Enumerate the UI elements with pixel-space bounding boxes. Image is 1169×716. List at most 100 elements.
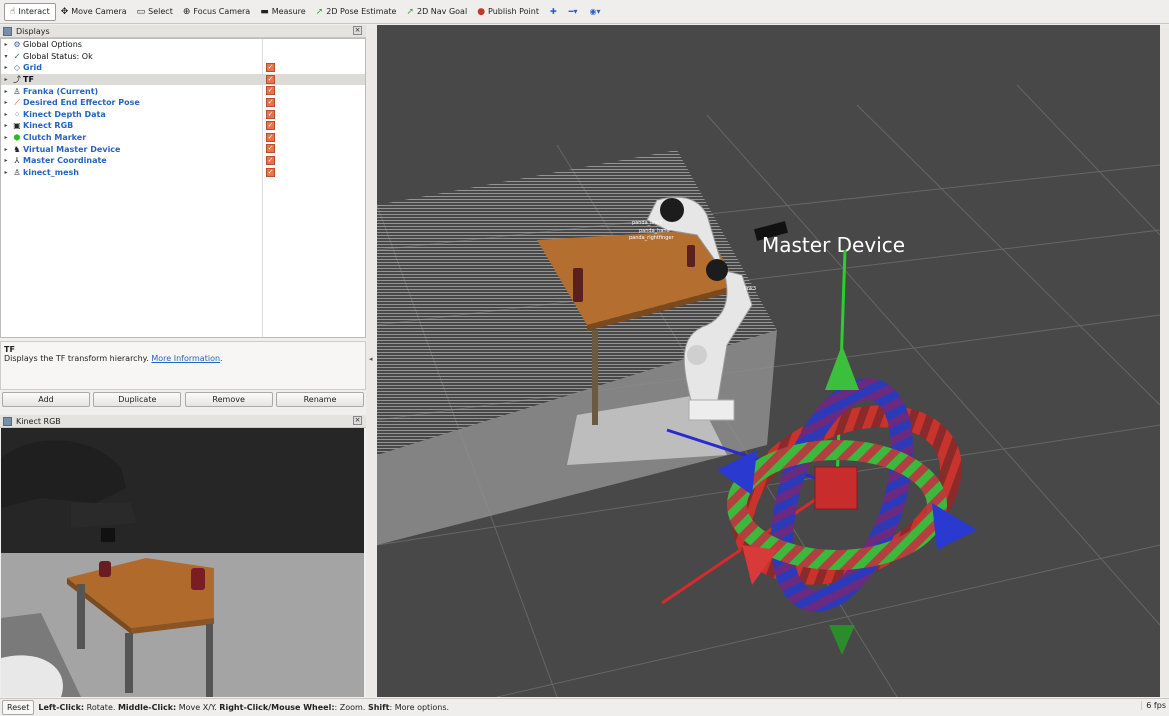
publish-point-icon: ● (477, 6, 486, 17)
display-item-label: TF (23, 75, 34, 85)
expand-arrow-icon[interactable]: ▸ (1, 64, 11, 71)
display-item-label: Global Status: Ok (23, 51, 93, 61)
kinect-rgb-panel: Kinect RGB × (0, 415, 366, 697)
enabled-checkbox[interactable]: ✓ (266, 74, 275, 84)
tool-focus-camera[interactable]: ⊕ Focus Camera (178, 3, 255, 21)
left-dock: Displays × ▸ ⚙ Global Options ▾ ✓ Global Stat… (0, 25, 366, 697)
expand-arrow-icon[interactable]: ▸ (1, 76, 11, 83)
kinect-camera-image (1, 428, 364, 697)
remove-tool-icon[interactable]: ━▾ (563, 3, 584, 21)
tool-select[interactable]: ▭ Select (132, 3, 178, 21)
expand-arrow-icon[interactable]: ▸ (1, 146, 11, 153)
measure-icon: ▬ (260, 6, 269, 17)
display-item[interactable]: ▸ ▣ Kinect RGB ✓ (1, 120, 365, 132)
enabled-checkbox[interactable]: ✓ (266, 132, 275, 142)
interactive-marker-icon: ♞ (13, 144, 21, 154)
display-item[interactable]: ▸ ⤴ TF ✓ (1, 73, 365, 86)
display-item-label: Global Options (23, 40, 82, 50)
status-action: : More options. (389, 703, 450, 712)
tf-icon: ⤴ (13, 75, 21, 85)
tool-publish-point[interactable]: ● Publish Point (472, 3, 544, 21)
add-button[interactable]: Add (2, 392, 90, 407)
tool-label: 2D Nav Goal (417, 7, 468, 16)
tool-label: Interact (18, 7, 50, 16)
close-icon[interactable]: × (353, 416, 362, 425)
display-item[interactable]: ▾ ✓ Global Status: Ok (1, 51, 365, 63)
enabled-checkbox[interactable]: ✓ (266, 155, 275, 165)
enabled-checkbox[interactable]: ✓ (266, 86, 275, 96)
display-item-label: Virtual Master Device (23, 144, 121, 154)
display-item-label: Kinect RGB (23, 121, 74, 131)
display-item[interactable]: ▸ ♙ kinect_mesh ✓ (1, 167, 365, 179)
status-action: : Zoom. (334, 703, 368, 712)
display-item[interactable]: ▸ ♙ Franka (Current) ✓ (1, 85, 365, 97)
displays-panel-title: Displays (16, 26, 50, 36)
fps-counter: 6 fps (1141, 701, 1166, 710)
status-key: Right-Click/Mouse Wheel: (219, 703, 335, 712)
3d-viewport[interactable]: panda_link7 panda_hand panda_rightfinger… (377, 25, 1160, 697)
status-bar: Reset Left-Click: Rotate. Middle-Click: … (0, 698, 1169, 716)
master-device-label: Master Device (762, 233, 905, 257)
display-item-label: Clutch Marker (23, 133, 87, 143)
enabled-checkbox[interactable]: ✓ (266, 121, 275, 131)
remove-button[interactable]: Remove (184, 392, 273, 407)
rename-button[interactable]: Rename (275, 392, 364, 407)
view-options-icon[interactable]: ◉▾ (584, 3, 607, 21)
expand-arrow-icon[interactable]: ▸ (1, 111, 11, 118)
description-text: Displays the TF transform hierarchy. (4, 354, 149, 363)
more-information-link[interactable]: More Information (151, 354, 220, 363)
display-item[interactable]: ▸ ⚙ Global Options (1, 39, 365, 51)
tool-move-camera[interactable]: ✥ Move Camera (56, 3, 132, 21)
duplicate-button[interactable]: Duplicate (93, 392, 182, 407)
display-item-label: Kinect Depth Data (23, 109, 106, 119)
tool-2d-nav-goal[interactable]: ➚ 2D Nav Goal (401, 3, 472, 21)
hand-icon: ☝ (10, 6, 16, 17)
display-item[interactable]: ▸ ⅄ Master Coordinate ✓ (1, 155, 365, 167)
tool-measure[interactable]: ▬ Measure (255, 3, 311, 21)
expand-arrow-icon[interactable]: ▸ (1, 157, 11, 164)
expand-arrow-icon[interactable]: ▾ (1, 53, 11, 60)
tool-2d-pose-estimate[interactable]: ➚ 2D Pose Estimate (311, 3, 402, 21)
grid-icon: ◇ (13, 63, 21, 73)
kinect-panel-header: Kinect RGB × (0, 415, 366, 428)
description-title: TF (4, 345, 15, 354)
reset-button[interactable]: Reset (2, 700, 35, 715)
add-tool-icon[interactable]: ✚ (544, 3, 563, 21)
expand-arrow-icon[interactable]: ▸ (1, 134, 11, 141)
displays-panel-header: Displays × (0, 25, 366, 38)
display-item-label: Franka (Current) (23, 86, 99, 96)
expand-arrow-icon[interactable]: ▸ (1, 88, 11, 95)
close-icon[interactable]: × (353, 26, 362, 35)
main-toolbar: ☝ Interact ✥ Move Camera ▭ Select ⊕ Focus Camer… (0, 0, 1169, 24)
tool-label: 2D Pose Estimate (326, 7, 397, 16)
tool-label: Select (148, 7, 173, 16)
left-splitter[interactable]: ◂ (366, 25, 377, 697)
enabled-checkbox[interactable]: ✓ (266, 109, 275, 119)
enabled-checkbox[interactable]: ✓ (266, 63, 275, 73)
display-item[interactable]: ▸ ♞ Virtual Master Device ✓ (1, 143, 365, 155)
frame-label: panda_rightfinger (629, 235, 674, 241)
expand-arrow-icon[interactable]: ▸ (1, 122, 11, 129)
axes-icon: ⅄ (14, 156, 20, 166)
right-splitter[interactable] (1160, 25, 1169, 697)
status-key: Left-Click: (38, 703, 85, 712)
enabled-checkbox[interactable]: ✓ (266, 144, 275, 154)
status-action: Rotate. (84, 703, 118, 712)
tool-interact[interactable]: ☝ Interact (4, 2, 56, 21)
display-item[interactable]: ▸ ⬢ Clutch Marker ✓ (1, 132, 365, 144)
enabled-checkbox[interactable]: ✓ (266, 167, 275, 177)
enabled-checkbox[interactable]: ✓ (266, 97, 275, 107)
expand-arrow-icon[interactable]: ▸ (1, 169, 11, 176)
display-item-label: Desired End Effector Pose (23, 98, 140, 108)
display-item[interactable]: ▸ ◇ Grid ✓ (1, 62, 365, 74)
tool-label: Move Camera (71, 7, 127, 16)
expand-arrow-icon[interactable]: ▸ (1, 99, 11, 106)
nav-goal-icon: ➚ (406, 6, 414, 17)
display-item[interactable]: ▸ ⟋ Desired End Effector Pose ✓ (1, 97, 365, 109)
display-item[interactable]: ▸ ⁘ Kinect Depth Data ✓ (1, 109, 365, 121)
display-item-label: kinect_mesh (23, 167, 79, 177)
robot-model-icon: ♙ (13, 167, 21, 177)
collapse-left-icon[interactable]: ◂ (369, 355, 373, 363)
displays-tree[interactable]: ▸ ⚙ Global Options ▾ ✓ Global Status: Ok ▸ ◇ Gri… (0, 38, 366, 338)
expand-arrow-icon[interactable]: ▸ (1, 41, 11, 48)
